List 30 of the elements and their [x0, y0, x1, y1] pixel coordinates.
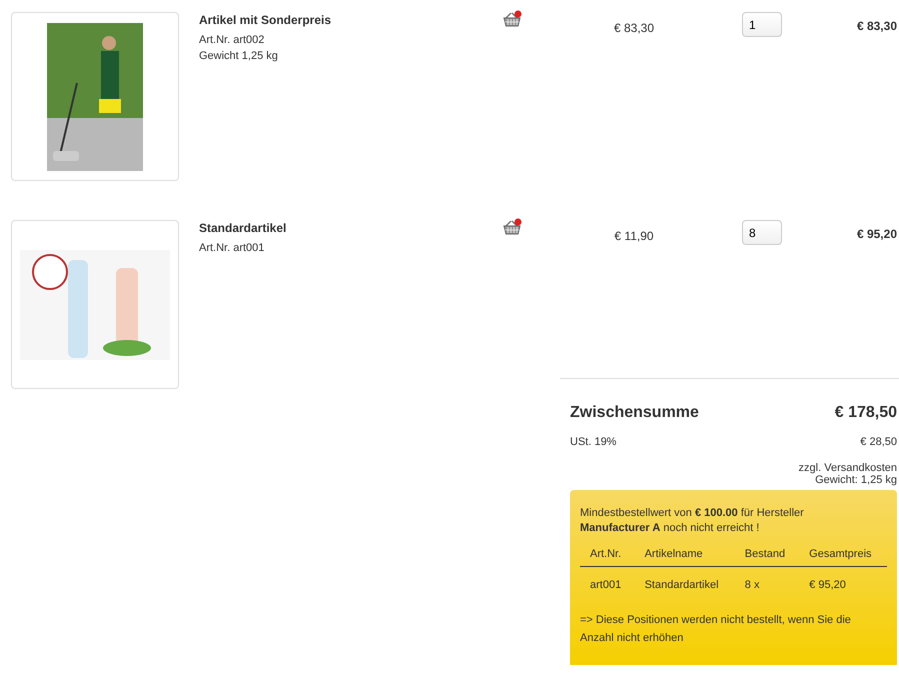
unit-price: € 83,30 [614, 20, 654, 35]
product-detail: Gewicht 1,25 kg [199, 50, 279, 62]
notice-message: Mindestbestellwert von € 100.00 für Hersteller Manufacturer A noch nicht erreicht ! [580, 506, 805, 536]
basket-delete-icon[interactable] [503, 218, 523, 236]
table-cell: € 95,20 [799, 566, 887, 599]
product-detail: Art.Nr. art001 [199, 242, 266, 254]
column-header: Gesamtpreis [799, 542, 887, 566]
weight-note: Gewicht: 1,25 kg [815, 474, 897, 486]
shipping-note: zzgl. Versandkosten [798, 462, 897, 474]
quantity-field[interactable]: 8 [742, 220, 782, 245]
line-total: € 95,20 [856, 226, 897, 241]
table-cell: art001 [580, 566, 635, 599]
tax-amount: € 28,50 [860, 436, 897, 448]
unit-price: € 11,90 [614, 228, 654, 243]
basket-delete-icon[interactable] [503, 10, 523, 28]
column-header: Artikelname [634, 542, 735, 566]
table-cell: Standardartikel [634, 566, 735, 599]
column-header: Art.Nr. [580, 542, 635, 566]
subtotal-amount: € 178,50 [834, 404, 897, 422]
tax-label: USt. 19% [570, 436, 616, 448]
subtotal-label: Zwischensumme [570, 404, 699, 422]
product-image-frame[interactable] [11, 12, 179, 181]
notice-footer: => Diese Positionen werden nicht bestellt, wenn Sie die Anzahl nicht erhöhen [580, 611, 870, 647]
line-total: € 83,30 [856, 18, 897, 33]
column-header: Bestand [734, 542, 800, 566]
product-detail: Art.Nr. art002 [199, 34, 266, 46]
product-name[interactable]: Artikel mit Sonderpreis [199, 13, 489, 27]
table-cell: 8 x [734, 566, 800, 599]
product-name[interactable]: Standardartikel [199, 221, 489, 235]
quantity-field[interactable]: 1 [742, 12, 782, 37]
